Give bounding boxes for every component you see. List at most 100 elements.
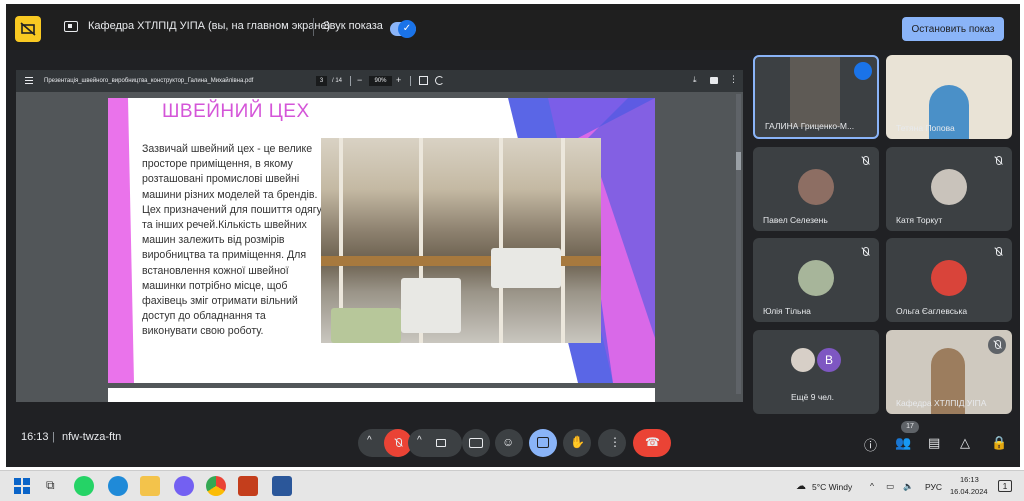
avatar: В [817, 348, 841, 372]
leave-call-button[interactable]: ☎ [633, 429, 671, 457]
chevron-up-icon[interactable]: ^ [417, 435, 422, 446]
avatar [791, 348, 815, 372]
info-icon[interactable]: ⓘ [864, 435, 877, 454]
divider [313, 18, 314, 36]
participant-name: Ольга Єаглевська [896, 306, 968, 316]
pdf-toolbar: Презентація_швейного_виробництва_констру… [16, 70, 743, 92]
taskbar-clock-time[interactable]: 16:13 [960, 475, 979, 484]
reactions-button[interactable]: ☺ [495, 429, 523, 457]
network-icon[interactable]: ▭ [886, 481, 894, 492]
divider [410, 76, 411, 86]
taskbar-clock-date[interactable]: 16.04.2024 [950, 487, 988, 496]
present-icon [537, 437, 549, 448]
participant-tile[interactable]: Катя Торкут [886, 147, 1012, 231]
download-icon[interactable]: ⤓ [693, 75, 697, 85]
menu-icon[interactable] [25, 77, 33, 84]
participant-name: Тетяна Попова [896, 123, 955, 133]
language-indicator[interactable]: РУС [925, 482, 942, 492]
people-icon[interactable]: 👥 [895, 435, 911, 451]
chevron-up-icon[interactable]: ^ [870, 481, 874, 491]
meet-logo-icon [15, 16, 41, 42]
more-vert-icon: ⋮ [609, 435, 621, 449]
photo-detail [499, 138, 503, 343]
powerpoint-icon[interactable] [238, 476, 258, 496]
microphone-button[interactable]: ^ [358, 429, 412, 457]
meet-window: Кафедра ХТЛПІД УІПА (вы, на главном экра… [6, 4, 1020, 467]
presenting-title: Кафедра ХТЛПІД УІПА (вы, на главном экра… [88, 20, 331, 32]
more-participants-tile[interactable]: В Ещё 9 чел. [753, 330, 879, 414]
emoji-icon: ☺ [502, 435, 515, 449]
camera-button[interactable]: ^ [408, 429, 462, 457]
participant-tile[interactable]: Ольга Єаглевська [886, 238, 1012, 322]
zoom-in-button[interactable]: + [396, 75, 401, 85]
divider: | [52, 431, 55, 443]
avatar [798, 260, 834, 296]
meeting-code: nfw-twza-ftn [62, 431, 122, 443]
host-controls-icon[interactable]: 🔒 [991, 435, 1007, 451]
muted-mic-icon [992, 155, 1004, 167]
chrome-icon[interactable] [206, 476, 226, 496]
stop-presenting-button[interactable]: Остановить показ [902, 17, 1004, 41]
activities-icon[interactable]: △ [960, 435, 970, 451]
photo-detail [491, 248, 561, 288]
next-slide-page [108, 388, 655, 402]
avatar [798, 169, 834, 205]
participants-count-badge: 17 [901, 421, 919, 433]
fit-page-icon[interactable] [419, 76, 428, 85]
print-icon[interactable] [710, 77, 718, 84]
audio-share-toggle[interactable]: ✓ [390, 20, 416, 38]
participant-name: Юлія Тільна [763, 306, 811, 316]
windows-taskbar: ⧉ ☁ 5°C Windy ^ ▭ 🔈 РУС 16:13 16.04.2024… [0, 470, 1024, 501]
meeting-time: 16:13 [21, 431, 49, 443]
shared-pdf-viewer: Презентація_швейного_виробництва_констру… [16, 70, 743, 402]
slide-page: ШВЕЙНИЙ ЦЕХ Зазвичай швейний цех - це ве… [108, 98, 655, 383]
present-screen-icon [64, 21, 78, 32]
raise-hand-button[interactable]: ✋ [563, 429, 591, 457]
muted-mic-icon [859, 155, 871, 167]
windows-start-icon[interactable] [12, 476, 32, 496]
slide-title: ШВЕЙНИЙ ЦЕХ [162, 101, 310, 122]
hand-icon: ✋ [570, 435, 585, 449]
pdf-scrollbar[interactable] [736, 94, 741, 394]
more-options-icon[interactable]: ⋮ [729, 74, 738, 85]
participant-tile[interactable]: ГАЛИНА Гриценко-М... [753, 55, 879, 139]
page-number-input[interactable]: 3 [316, 76, 327, 86]
participant-tile[interactable]: Павел Селезень [753, 147, 879, 231]
edge-icon[interactable] [108, 476, 128, 496]
notification-badge[interactable]: 1 [998, 480, 1012, 492]
word-icon[interactable] [272, 476, 292, 496]
self-view-tile[interactable]: Кафедра ХТЛПІД УІПА [886, 330, 1012, 414]
page-count: / 14 [332, 78, 343, 84]
end-call-icon: ☎ [645, 435, 660, 449]
participant-name: Кафедра ХТЛПІД УІПА [896, 398, 987, 408]
chat-icon[interactable]: ▤ [928, 435, 940, 451]
zoom-out-button[interactable]: − [357, 75, 362, 85]
rotate-icon[interactable] [435, 76, 444, 85]
task-view-icon[interactable]: ⧉ [42, 476, 62, 496]
chevron-up-icon[interactable]: ^ [367, 435, 372, 446]
participant-name: Павел Селезень [763, 215, 828, 225]
file-explorer-icon[interactable] [140, 476, 160, 496]
photo-detail [401, 278, 461, 333]
more-options-button[interactable]: ⋮ [598, 429, 626, 457]
zoom-level-input[interactable]: 90% [369, 76, 392, 86]
speaking-indicator-icon [854, 62, 872, 80]
muted-mic-icon [859, 246, 871, 258]
photo-detail [331, 308, 401, 343]
avatar [931, 260, 967, 296]
participant-name: Катя Торкут [896, 215, 943, 225]
pdf-filename: Презентація_швейного_виробництва_констру… [44, 78, 254, 84]
participant-tile[interactable]: Тетяна Попова [886, 55, 1012, 139]
captions-button[interactable] [462, 429, 490, 457]
participant-tile[interactable]: Юлія Тільна [753, 238, 879, 322]
whatsapp-icon[interactable] [74, 476, 94, 496]
check-icon: ✓ [398, 20, 416, 38]
viber-icon[interactable] [174, 476, 194, 496]
volume-icon[interactable]: 🔈 [903, 481, 914, 492]
divider [350, 76, 351, 86]
weather-label[interactable]: 5°C Windy [812, 482, 852, 492]
weather-icon[interactable]: ☁ [796, 481, 806, 492]
muted-mic-icon [992, 246, 1004, 258]
captions-icon [469, 438, 483, 448]
present-now-button[interactable] [529, 429, 557, 457]
